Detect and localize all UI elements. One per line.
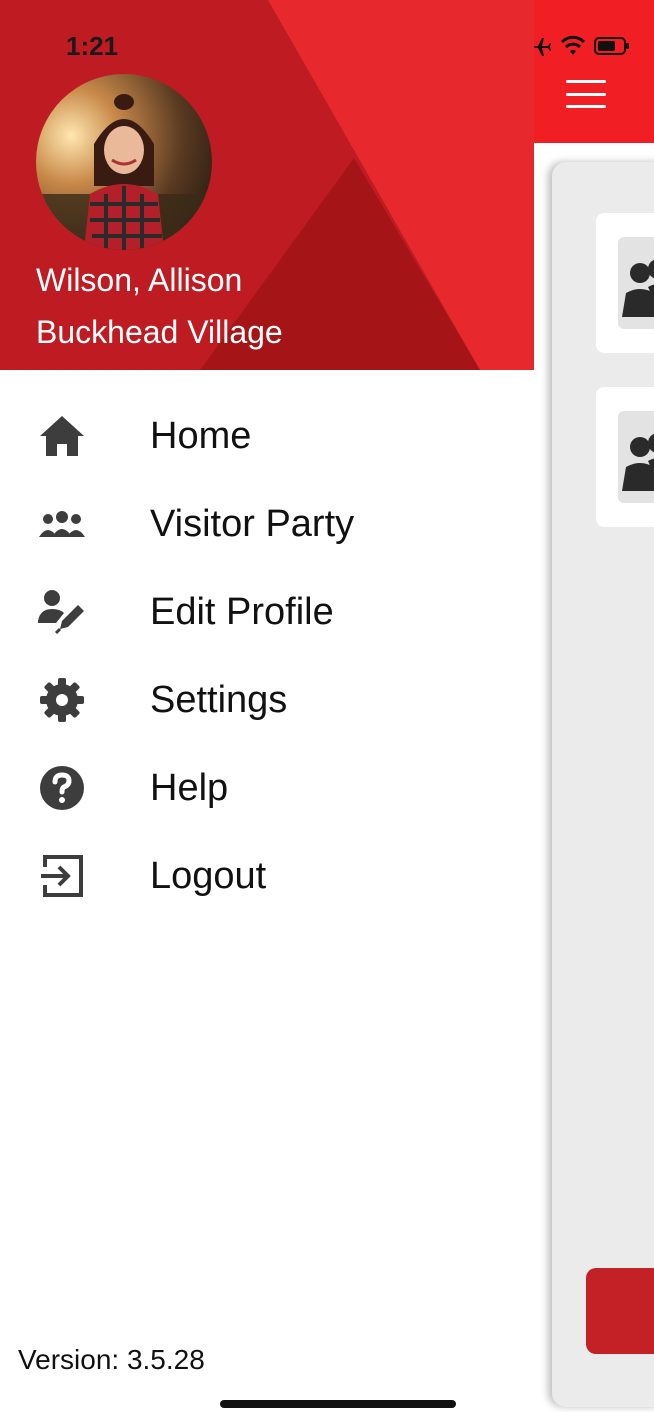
group-placeholder-icon	[622, 259, 654, 317]
menu-item-home[interactable]: Home	[0, 392, 534, 480]
group-placeholder-icon	[622, 433, 654, 491]
primary-action-button[interactable]	[586, 1268, 654, 1354]
status-icons	[528, 33, 648, 59]
home-icon	[36, 410, 88, 462]
question-circle-icon	[36, 762, 88, 814]
visitor-avatar-tile	[618, 411, 654, 503]
gear-icon	[36, 674, 88, 726]
user-location: Buckhead Village	[36, 314, 283, 350]
battery-icon	[594, 37, 629, 55]
menu-item-label: Help	[150, 766, 229, 809]
user-name: Wilson, Allison	[36, 262, 243, 298]
avatar[interactable]	[36, 74, 212, 250]
menu-item-logout[interactable]: Logout	[0, 832, 534, 920]
home-indicator[interactable]	[220, 1400, 456, 1408]
visitor-avatar-tile	[618, 237, 654, 329]
app-top-bar	[534, 0, 654, 143]
logout-icon	[36, 850, 88, 902]
hamburger-line	[566, 80, 606, 83]
menu-item-label: Logout	[150, 854, 267, 897]
hamburger-line	[566, 92, 606, 96]
menu-item-settings[interactable]: Settings	[0, 656, 534, 744]
menu-item-label: Edit Profile	[150, 590, 334, 633]
visitor-card[interactable]	[596, 387, 654, 527]
menu-item-label: Home	[150, 414, 252, 457]
drawer-header: 1:21 Wilson, Allison Buckhead Village	[0, 0, 534, 370]
menu-item-edit-profile[interactable]: Edit Profile	[0, 568, 534, 656]
user-edit-icon	[36, 586, 88, 638]
menu-item-visitor-party[interactable]: Visitor Party	[0, 480, 534, 568]
menu-item-label: Settings	[150, 678, 288, 721]
menu-item-help[interactable]: Help	[0, 744, 534, 832]
hamburger-line	[566, 105, 606, 108]
wifi-icon	[560, 35, 586, 55]
app-version: Version: 3.5.28	[18, 1344, 205, 1375]
group-icon	[36, 498, 88, 550]
screen: 1:21 Wilson, Allison Buckhead Village Ho…	[0, 0, 654, 1412]
status-time: 1:21	[66, 31, 119, 61]
avatar-photo	[36, 74, 212, 250]
menu-item-label: Visitor Party	[150, 502, 355, 545]
drawer-menu: Home Visitor Party Edit Profile Settings…	[0, 392, 534, 920]
visitor-card[interactable]	[596, 213, 654, 353]
hamburger-menu-button[interactable]	[566, 80, 606, 108]
navigation-drawer: 1:21 Wilson, Allison Buckhead Village Ho…	[0, 0, 534, 1412]
